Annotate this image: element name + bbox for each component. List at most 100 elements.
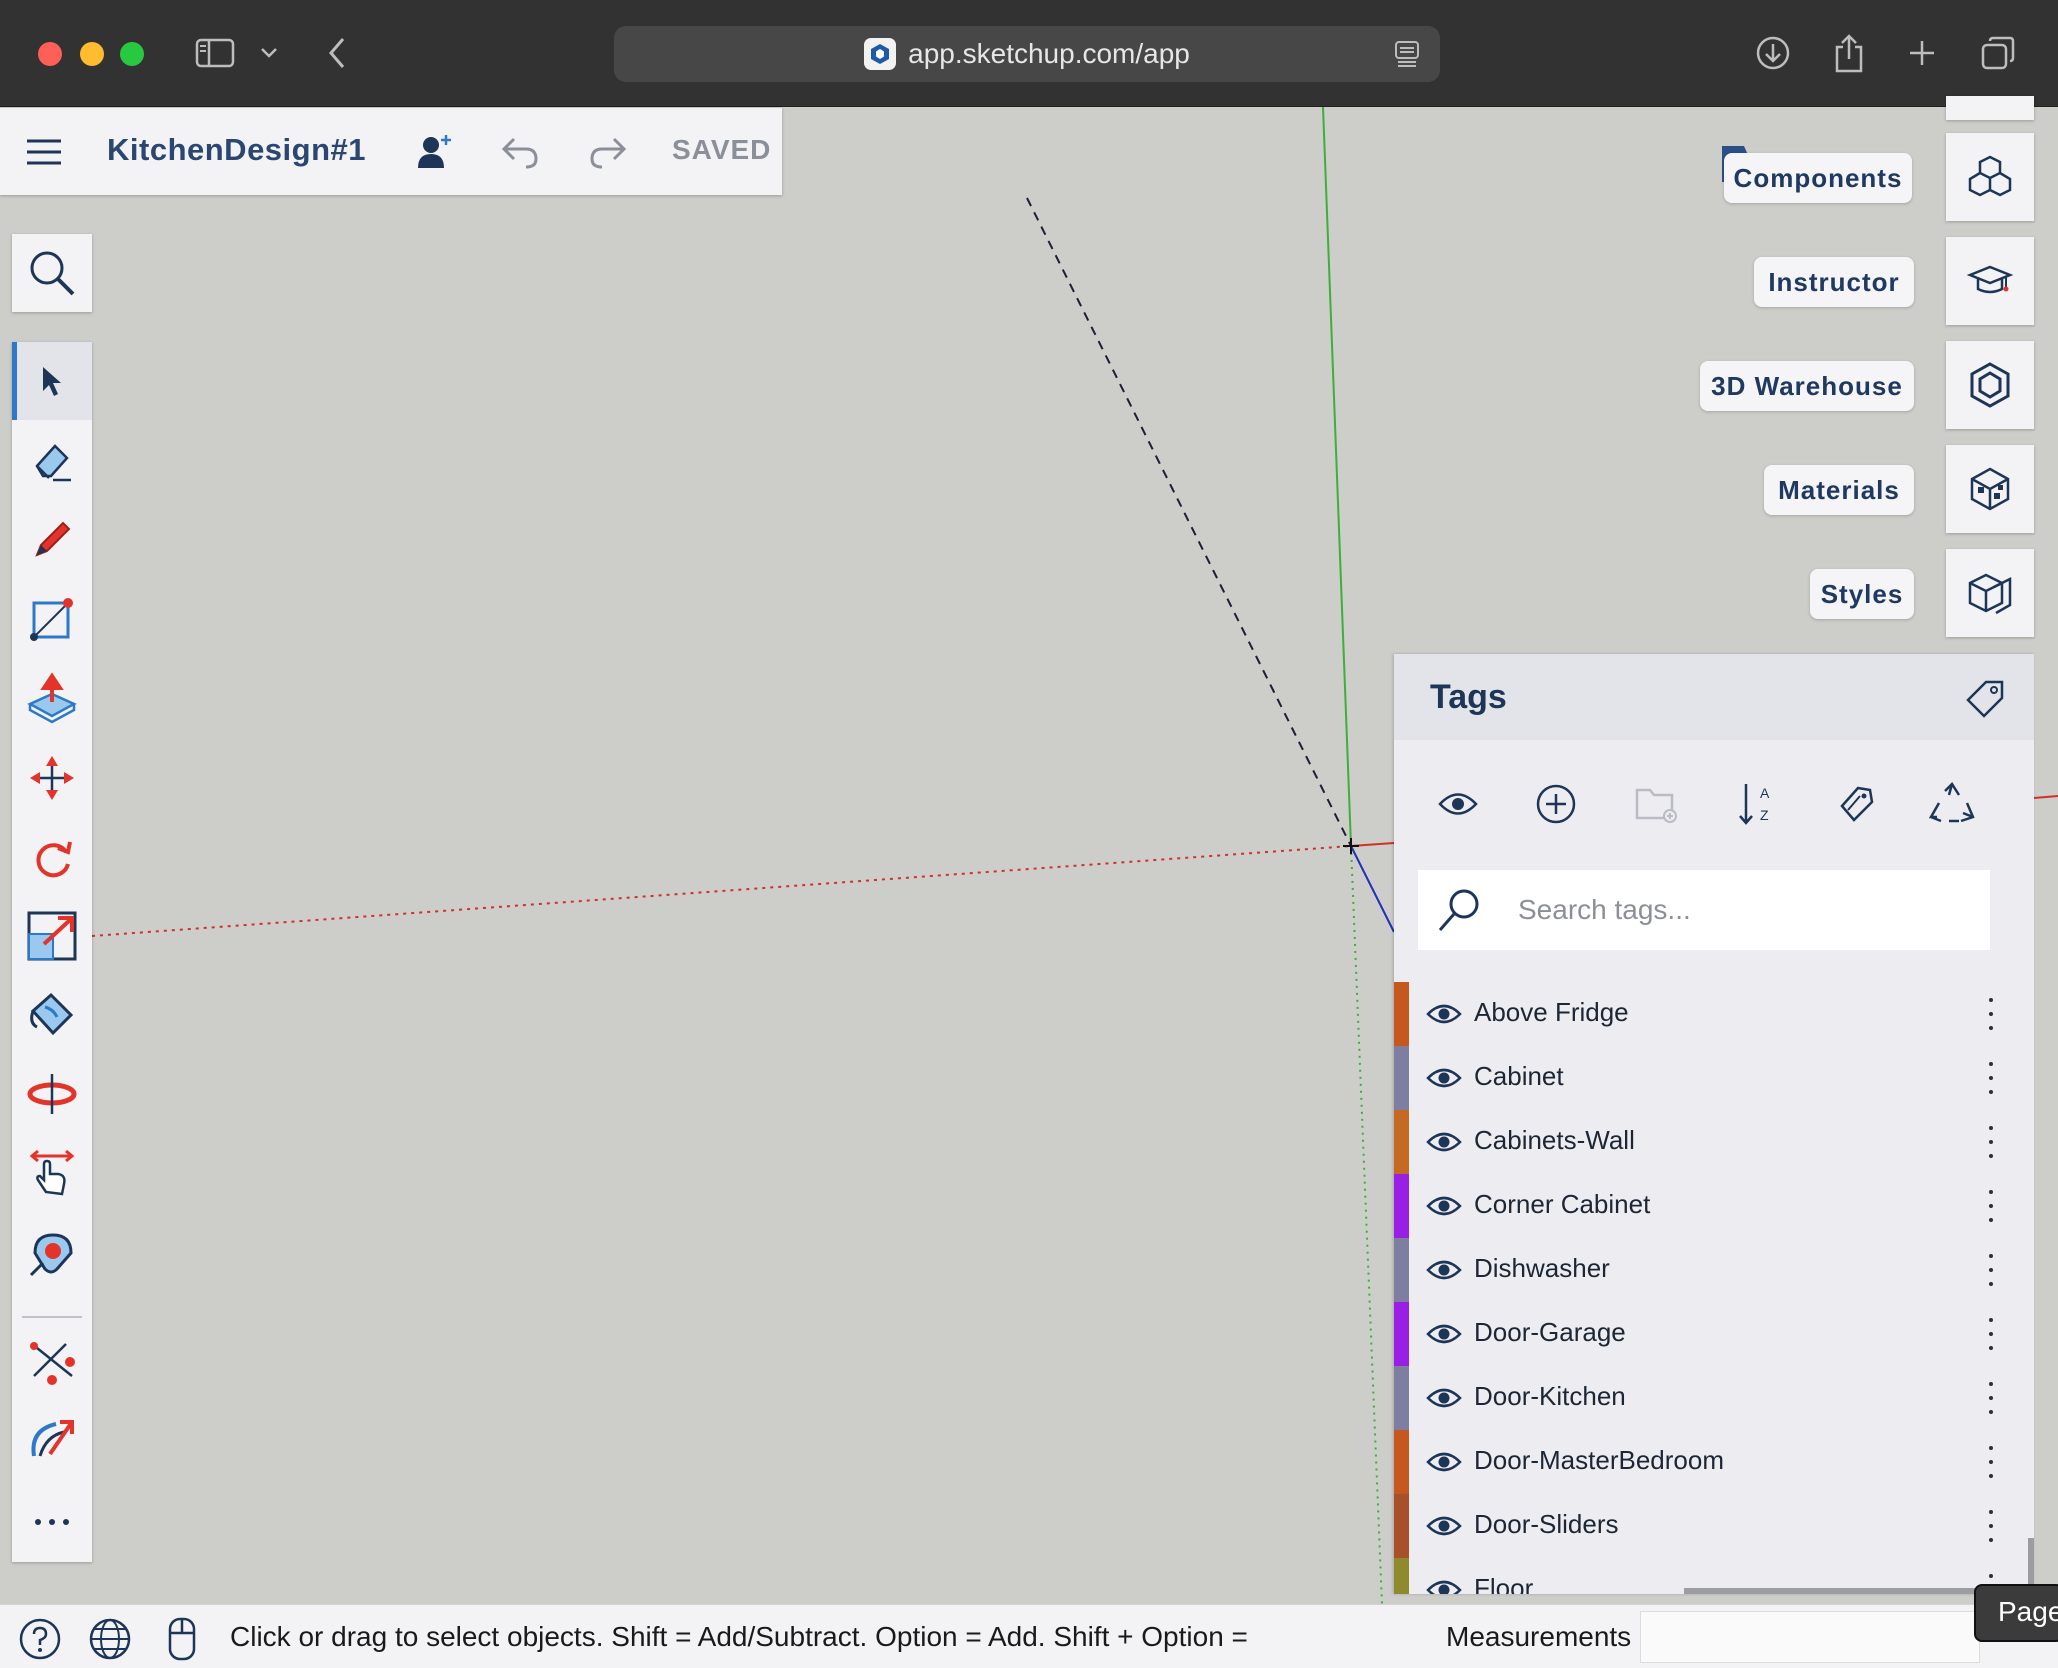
tag-name[interactable]: Door-Garage: [1474, 1317, 1626, 1348]
pan-hand-icon[interactable]: [26, 1148, 78, 1200]
paint-bucket-icon[interactable]: [26, 988, 78, 1040]
tag-color-swatch[interactable]: [1394, 1238, 1409, 1302]
push-pull-icon[interactable]: [26, 672, 78, 724]
purge-tags-icon[interactable]: [1924, 776, 1980, 832]
tag-name[interactable]: Door-Kitchen: [1474, 1381, 1626, 1412]
color-by-tag-icon[interactable]: [1828, 776, 1884, 832]
eye-icon[interactable]: [1424, 1380, 1464, 1416]
globe-icon[interactable]: [88, 1617, 132, 1661]
tag-row[interactable]: Corner Cabinet: [1394, 1174, 2034, 1238]
tag-color-swatch[interactable]: [1394, 1302, 1409, 1366]
more-options-icon[interactable]: [1984, 1442, 1998, 1482]
tag-row[interactable]: Door-Sliders: [1394, 1494, 2034, 1558]
tag-name[interactable]: Above Fridge: [1474, 997, 1629, 1028]
tag-name[interactable]: Door-MasterBedroom: [1474, 1445, 1724, 1476]
window-close-button[interactable]: [38, 42, 62, 66]
eye-icon[interactable]: [1424, 1252, 1464, 1288]
tag-name[interactable]: Door-Sliders: [1474, 1509, 1619, 1540]
hamburger-menu-icon[interactable]: [20, 128, 68, 176]
tag-name[interactable]: Cabinets-Wall: [1474, 1125, 1635, 1156]
rectangle-icon[interactable]: [26, 592, 78, 644]
tag-color-swatch[interactable]: [1394, 1174, 1409, 1238]
tag-color-swatch[interactable]: [1394, 1046, 1409, 1110]
measurements-input[interactable]: [1640, 1611, 1980, 1663]
more-options-icon[interactable]: [1984, 1506, 1998, 1546]
tag-name[interactable]: Cabinet: [1474, 1061, 1564, 1092]
components-button[interactable]: [1946, 133, 2034, 221]
orbit-icon[interactable]: [26, 1068, 78, 1120]
document-title[interactable]: KitchenDesign#1: [107, 132, 366, 168]
eye-icon[interactable]: [1424, 1444, 1464, 1480]
undo-icon[interactable]: [496, 128, 544, 176]
tag-row[interactable]: Dishwasher: [1394, 1238, 2034, 1302]
more-options-icon[interactable]: [1984, 1058, 1998, 1098]
instructor-label[interactable]: Instructor: [1754, 257, 1914, 307]
tag-name[interactable]: Corner Cabinet: [1474, 1189, 1650, 1220]
pencil-icon[interactable]: [26, 514, 78, 566]
scale-icon[interactable]: [26, 910, 78, 962]
downloads-icon[interactable]: [1750, 30, 1796, 76]
window-maximize-button[interactable]: [120, 42, 144, 66]
materials-button[interactable]: [1946, 445, 2034, 533]
top-panel-button-partial[interactable]: [1946, 96, 2034, 120]
sidebar-toggle-icon[interactable]: [192, 30, 238, 76]
eraser-icon[interactable]: [26, 435, 78, 487]
3d-warehouse-label[interactable]: 3D Warehouse: [1700, 361, 1914, 411]
more-options-icon[interactable]: [1984, 1378, 1998, 1418]
tag-color-swatch[interactable]: [1394, 1430, 1409, 1494]
help-icon[interactable]: [18, 1617, 62, 1661]
more-options-icon[interactable]: [1984, 1314, 1998, 1354]
window-minimize-button[interactable]: [80, 42, 104, 66]
eye-icon[interactable]: [1424, 1060, 1464, 1096]
dimension-icon[interactable]: [26, 1336, 78, 1388]
tag-row[interactable]: Cabinet: [1394, 1046, 2034, 1110]
rotate-icon[interactable]: [26, 832, 78, 884]
more-options-icon[interactable]: [1984, 994, 1998, 1034]
share-icon[interactable]: [1826, 30, 1872, 76]
tag-color-swatch[interactable]: [1394, 1494, 1409, 1558]
zoom-window-icon[interactable]: [26, 1228, 78, 1280]
add-tag-icon[interactable]: [1528, 776, 1584, 832]
tab-overview-icon[interactable]: [1975, 30, 2021, 76]
search-tool-icon[interactable]: [26, 247, 78, 299]
styles-label[interactable]: Styles: [1810, 569, 1914, 619]
toggle-visibility-icon[interactable]: [1430, 776, 1486, 832]
eye-icon[interactable]: [1424, 1508, 1464, 1544]
follow-me-icon[interactable]: [26, 1416, 78, 1468]
tag-color-swatch[interactable]: [1394, 1366, 1409, 1430]
eye-icon[interactable]: [1424, 1188, 1464, 1224]
eye-icon[interactable]: [1424, 1124, 1464, 1160]
tag-row[interactable]: Door-Garage: [1394, 1302, 2034, 1366]
tag-row[interactable]: Door-Kitchen: [1394, 1366, 2034, 1430]
tag-name[interactable]: Floor: [1474, 1573, 1533, 1594]
tag-color-swatch[interactable]: [1394, 1110, 1409, 1174]
tag-icon[interactable]: [1964, 676, 2008, 725]
add-collaborator-icon[interactable]: [410, 128, 458, 176]
back-icon[interactable]: [314, 30, 360, 76]
tag-color-swatch[interactable]: [1394, 1558, 1409, 1594]
tag-search-field[interactable]: Search tags...: [1418, 870, 1990, 950]
address-bar[interactable]: app.sketchup.com/app: [614, 26, 1440, 82]
eye-icon[interactable]: [1424, 1572, 1464, 1594]
chevron-down-icon[interactable]: [246, 30, 292, 76]
3d-warehouse-button[interactable]: [1946, 341, 2034, 429]
more-options-icon[interactable]: [1984, 1186, 1998, 1226]
more-options-icon[interactable]: [1984, 1122, 1998, 1162]
reader-icon[interactable]: [1394, 40, 1420, 73]
move-icon[interactable]: [26, 752, 78, 804]
more-options-icon[interactable]: [1984, 1250, 1998, 1290]
tag-color-swatch[interactable]: [1394, 982, 1409, 1046]
components-label[interactable]: Components: [1724, 153, 1912, 203]
mouse-icon[interactable]: [160, 1617, 204, 1661]
styles-button[interactable]: [1946, 549, 2034, 637]
tag-row[interactable]: Above Fridge: [1394, 982, 2034, 1046]
materials-label[interactable]: Materials: [1764, 465, 1914, 515]
more-tools-icon[interactable]: [26, 1496, 78, 1548]
instructor-button[interactable]: [1946, 237, 2034, 325]
sort-az-icon[interactable]: AZ: [1728, 776, 1784, 832]
eye-icon[interactable]: [1424, 996, 1464, 1032]
new-tab-icon[interactable]: [1899, 30, 1945, 76]
tag-row[interactable]: Cabinets-Wall: [1394, 1110, 2034, 1174]
redo-icon[interactable]: [584, 128, 632, 176]
tag-row[interactable]: Door-MasterBedroom: [1394, 1430, 2034, 1494]
